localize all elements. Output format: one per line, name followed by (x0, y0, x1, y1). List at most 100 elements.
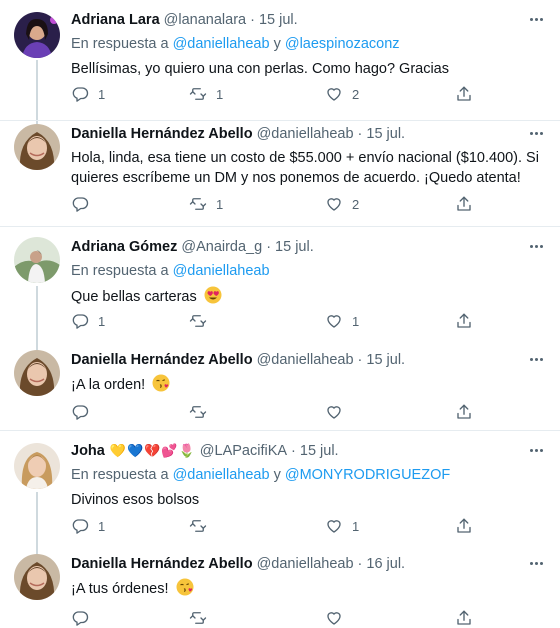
retweet-button[interactable]: 1 (189, 84, 223, 104)
share-button[interactable] (455, 608, 473, 628)
author-handle[interactable]: @daniellaheab (257, 125, 354, 143)
like-icon (327, 315, 341, 328)
like-button[interactable]: 1 (325, 311, 359, 331)
author-name[interactable]: Joha (71, 442, 105, 460)
avatar[interactable] (14, 12, 60, 58)
reply-button[interactable]: 1 (71, 84, 105, 104)
tweet[interactable]: Daniella Hernández Abello @daniellaheab … (0, 546, 560, 628)
like-button[interactable]: 2 (325, 84, 359, 104)
mention-separator: y (273, 36, 281, 52)
retweet-icon (189, 520, 207, 532)
like-icon (327, 88, 341, 101)
like-count: 1 (352, 518, 360, 534)
reply-context: En respuesta a @daniellaheab y @laespino… (71, 35, 546, 53)
author-handle[interactable]: @lananalara (164, 11, 246, 29)
retweet-button[interactable] (189, 516, 216, 536)
reply-button[interactable] (71, 608, 98, 628)
tweet-text: Hola, linda, esa tiene un costo de $55.0… (71, 150, 539, 186)
mention-link[interactable]: @MONYRODRIGUEZOF (285, 467, 450, 483)
author-name[interactable]: Daniella Hernández Abello (71, 351, 253, 369)
tweet-date[interactable]: 15 jul. (259, 11, 298, 29)
share-icon (457, 404, 471, 419)
retweet-icon (189, 88, 207, 100)
author-name[interactable]: Adriana Gómez (71, 238, 177, 256)
like-icon (327, 520, 341, 533)
retweet-icon (189, 198, 207, 210)
avatar[interactable] (14, 124, 60, 170)
more-icon[interactable] (526, 10, 546, 28)
author-handle[interactable]: @daniellaheab (257, 351, 354, 369)
more-icon[interactable] (526, 554, 546, 572)
mention-link[interactable]: @daniellaheab (173, 263, 270, 279)
tweet-text: Que bellas carteras (71, 289, 197, 305)
tweet[interactable]: Daniella Hernández Abello @daniellaheab … (0, 121, 560, 226)
like-icon (327, 198, 341, 211)
tweet[interactable]: Adriana Lara @lananalara · 15 jul. En re… (0, 0, 560, 120)
share-button[interactable] (455, 402, 473, 422)
like-button[interactable]: 2 (325, 194, 359, 214)
author-name[interactable]: Daniella Hernández Abello (71, 555, 253, 573)
like-count: 2 (352, 196, 360, 212)
like-button[interactable]: 1 (325, 516, 359, 536)
avatar[interactable] (14, 554, 60, 600)
tweet-text: Divinos esos bolsos (71, 492, 200, 508)
reply-context: En respuesta a @daniellaheab (71, 262, 546, 280)
reply-icon (72, 197, 89, 212)
tweet[interactable]: Joha 💛💙💔💕🌷 @LAPacifiKA · 15 jul. En resp… (0, 431, 560, 546)
retweet-button[interactable]: 1 (189, 194, 223, 214)
share-icon (457, 518, 471, 533)
reply-button[interactable]: 1 (71, 311, 105, 331)
retweet-button[interactable] (189, 402, 216, 422)
separator-dot: · (250, 12, 255, 28)
author-handle[interactable]: @daniellaheab (257, 555, 354, 573)
share-button[interactable] (455, 311, 473, 331)
tweet-date[interactable]: 15 jul. (300, 442, 339, 460)
share-icon (457, 313, 471, 328)
author-handle[interactable]: @Anairda_g (181, 238, 262, 256)
avatar[interactable] (14, 443, 60, 489)
tweet-date[interactable]: 15 jul. (275, 238, 314, 256)
reply-count: 1 (98, 86, 106, 102)
reply-button[interactable] (71, 194, 98, 214)
retweet-button[interactable] (189, 311, 216, 331)
separator-dot: · (291, 443, 296, 459)
like-button[interactable] (325, 402, 352, 422)
tweet-date[interactable]: 16 jul. (366, 555, 405, 573)
author-name[interactable]: Adriana Lara (71, 11, 160, 29)
like-icon (327, 612, 341, 625)
reply-prefix: En respuesta a (71, 467, 169, 483)
more-icon[interactable] (526, 441, 546, 459)
retweet-icon (189, 406, 207, 418)
retweet-icon (189, 612, 207, 624)
share-button[interactable] (455, 516, 473, 536)
more-icon[interactable] (526, 124, 546, 142)
share-button[interactable] (455, 194, 473, 214)
tweet-text: ¡A la orden! (71, 377, 146, 393)
kiss-emoji (176, 578, 194, 602)
reply-button[interactable]: 1 (71, 516, 105, 536)
like-button[interactable] (325, 608, 352, 628)
retweet-button[interactable] (189, 608, 216, 628)
reply-button[interactable] (71, 402, 98, 422)
more-icon[interactable] (526, 237, 546, 255)
avatar[interactable] (14, 237, 60, 283)
avatar[interactable] (14, 350, 60, 396)
kiss-emoji (152, 374, 170, 398)
share-icon (457, 196, 471, 211)
tweet-date[interactable]: 15 jul. (366, 351, 405, 369)
tweet[interactable]: Adriana Gómez @Anairda_g · 15 jul. En re… (0, 227, 560, 342)
tweet-text-row: Que bellas carteras (71, 286, 546, 310)
name-emojis: 💛💙💔💕🌷 (109, 443, 196, 458)
more-icon[interactable] (526, 350, 546, 368)
author-handle[interactable]: @LAPacifiKA (200, 442, 287, 460)
tweet-date[interactable]: 15 jul. (366, 125, 405, 143)
reply-context: En respuesta a @daniellaheab y @MONYRODR… (71, 466, 546, 484)
like-count: 1 (352, 313, 360, 329)
mention-link[interactable]: @daniellaheab (173, 467, 270, 483)
share-button[interactable] (455, 84, 473, 104)
mention-link[interactable]: @daniellaheab (173, 36, 270, 52)
mention-link[interactable]: @laespinozaconz (285, 36, 400, 52)
separator-dot: · (357, 556, 363, 572)
author-name[interactable]: Daniella Hernández Abello (71, 125, 253, 143)
tweet[interactable]: Daniella Hernández Abello @daniellaheab … (0, 342, 560, 430)
